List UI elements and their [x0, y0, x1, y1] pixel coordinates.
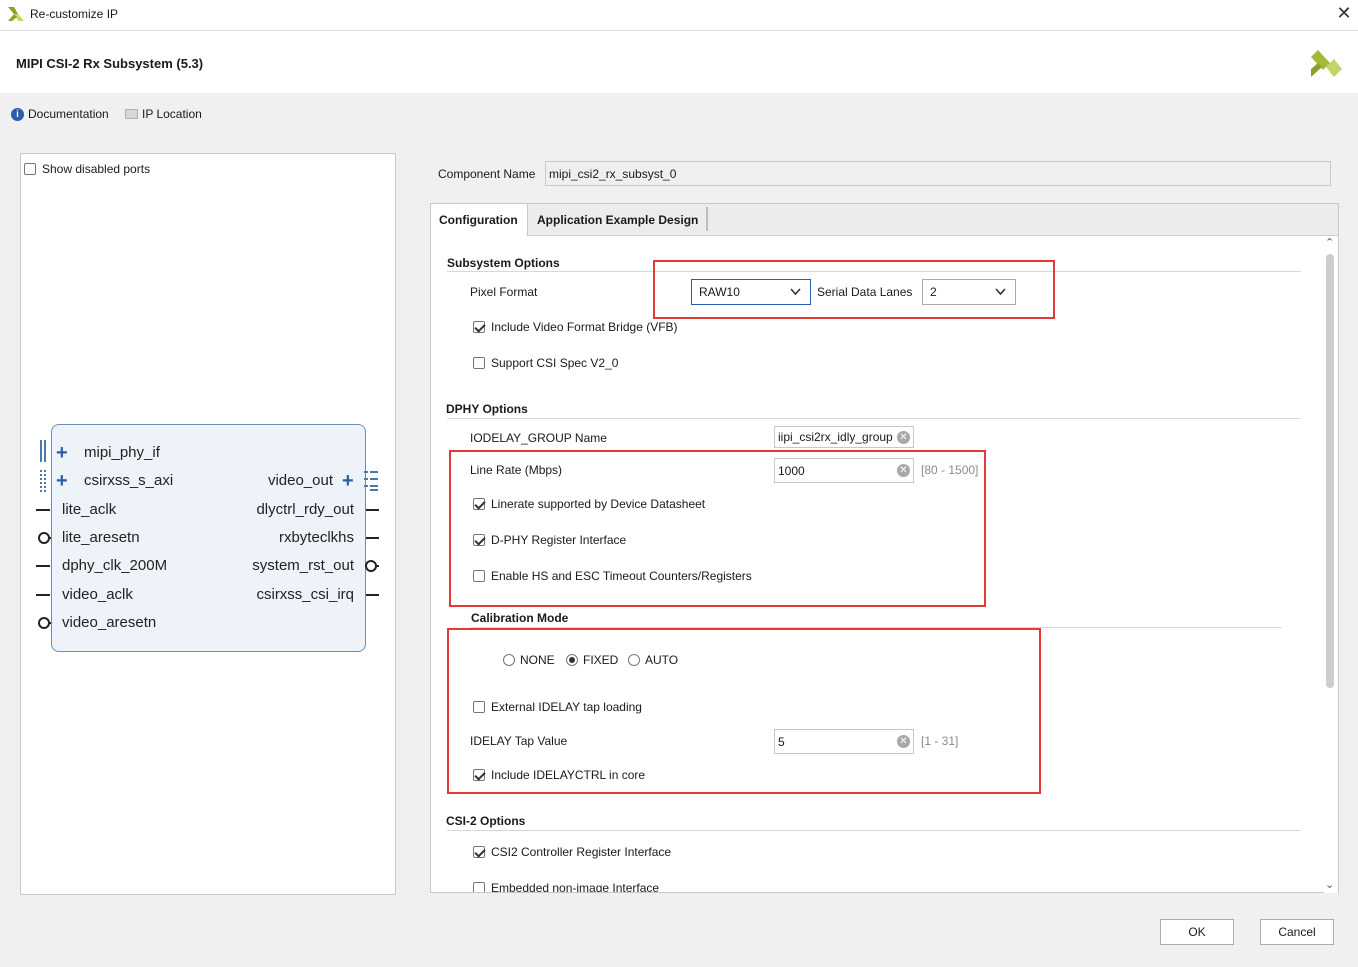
expand-plus-icon[interactable]: +	[56, 442, 68, 465]
ok-button[interactable]: OK	[1160, 919, 1234, 945]
scroll-up-icon[interactable]: ⌃	[1325, 236, 1334, 249]
csi-spec-v2-checkbox[interactable]: Support CSI Spec V2_0	[473, 356, 618, 370]
port-dphy-clk-200m[interactable]: dphy_clk_200M	[62, 557, 167, 574]
documentation-label: Documentation	[28, 107, 109, 121]
scroll-down-icon[interactable]: ⌄	[1325, 878, 1334, 891]
ip-location-link[interactable]: IP Location	[125, 107, 202, 121]
cancel-button[interactable]: Cancel	[1260, 919, 1334, 945]
iodelay-group-label: IODELAY_GROUP Name	[470, 431, 607, 445]
highlight-box-calibration	[447, 628, 1041, 794]
info-icon: i	[11, 107, 24, 121]
close-icon[interactable]: ✕	[1336, 3, 1352, 24]
port-lite-aresetn[interactable]: lite_aresetn	[62, 529, 140, 546]
highlight-box-subsystem	[653, 260, 1055, 319]
pin-line	[36, 594, 50, 596]
csi-spec-v2-label: Support CSI Spec V2_0	[491, 356, 619, 370]
port-video-aresetn[interactable]: video_aresetn	[62, 614, 156, 631]
ip-title: MIPI CSI-2 Rx Subsystem (5.3)	[16, 56, 204, 71]
documentation-link[interactable]: i Documentation	[11, 107, 109, 121]
csi2-controller-reg-label: CSI2 Controller Register Interface	[491, 845, 672, 859]
xilinx-logo-icon	[1311, 50, 1342, 77]
vivado-logo-icon	[8, 7, 24, 21]
port-rxbyteclkhs[interactable]: rxbyteclkhs	[214, 529, 354, 546]
pin-line	[366, 509, 379, 511]
embedded-non-image-checkbox[interactable]: Embedded non-image Interface	[473, 881, 659, 892]
csi2-options-title: CSI-2 Options	[446, 814, 526, 828]
port-system-rst-out[interactable]: system_rst_out	[214, 557, 354, 574]
port-lite-aclk[interactable]: lite_aclk	[62, 501, 116, 518]
show-disabled-ports-label: Show disabled ports	[42, 162, 151, 176]
pin-line	[36, 565, 50, 567]
port-csirxss-csi-irq[interactable]: csirxss_csi_irq	[214, 586, 354, 603]
checkbox-box[interactable]	[473, 357, 485, 369]
interface-dotted-bar-icon	[44, 470, 48, 492]
checkbox-box[interactable]	[473, 846, 485, 858]
separator	[447, 418, 1301, 419]
expand-plus-icon[interactable]: +	[56, 470, 68, 493]
folder-icon	[125, 109, 138, 119]
port-mipi-phy-if[interactable]: mipi_phy_if	[84, 444, 160, 461]
tab-configuration-label: Configuration	[439, 213, 518, 227]
scrollbar-thumb[interactable]	[1326, 254, 1334, 688]
clear-icon[interactable]: ✕	[897, 431, 910, 444]
pin-line	[375, 565, 379, 567]
component-name-field[interactable]: mipi_csi2_rx_subsyst_0	[545, 161, 1331, 186]
clipped-row: Embedded non-image Interface	[431, 878, 1324, 892]
pixel-format-label: Pixel Format	[470, 285, 538, 299]
dialog-header	[0, 31, 1358, 93]
checkbox-box[interactable]	[473, 882, 485, 892]
tab-separator	[706, 207, 708, 231]
pin-line	[48, 537, 51, 539]
interface-bus-icon	[364, 469, 380, 491]
interface-bar-icon	[40, 440, 42, 462]
pin-line	[48, 622, 51, 624]
subsystem-options-title: Subsystem Options	[447, 256, 560, 270]
port-csirxss-s-axi[interactable]: csirxss_s_axi	[84, 472, 173, 489]
title-bar	[0, 0, 1358, 31]
iodelay-group-field[interactable]: iipi_csi2rx_idly_group	[774, 426, 914, 448]
vfb-checkbox[interactable]: Include Video Format Bridge (VFB)	[473, 320, 678, 334]
ip-location-label: IP Location	[142, 107, 202, 121]
embedded-non-image-label: Embedded non-image Interface	[491, 881, 660, 892]
highlight-box-dphy	[449, 450, 986, 607]
pin-line	[366, 594, 379, 596]
separator	[447, 830, 1301, 831]
calibration-mode-title: Calibration Mode	[471, 611, 569, 625]
expand-plus-icon[interactable]: +	[342, 470, 354, 493]
checkbox-box[interactable]	[473, 321, 485, 333]
port-video-out[interactable]: video_out	[263, 472, 333, 489]
iodelay-group-value: iipi_csi2rx_idly_group	[778, 430, 893, 444]
interface-bar-icon	[44, 440, 46, 462]
checkbox-box[interactable]	[24, 163, 36, 175]
pin-line	[366, 537, 379, 539]
show-disabled-ports-checkbox[interactable]: Show disabled ports	[24, 162, 150, 176]
csi2-controller-reg-checkbox[interactable]: CSI2 Controller Register Interface	[473, 845, 671, 859]
window-title: Re-customize IP	[30, 7, 119, 21]
pin-line	[36, 509, 50, 511]
dphy-options-title: DPHY Options	[446, 402, 528, 416]
component-name-label: Component Name	[438, 167, 536, 181]
vfb-label: Include Video Format Bridge (VFB)	[491, 320, 678, 334]
tab-application-example-design[interactable]: Application Example Design	[537, 213, 698, 227]
port-dlyctrl-rdy-out[interactable]: dlyctrl_rdy_out	[214, 501, 354, 518]
port-video-aclk[interactable]: video_aclk	[62, 586, 133, 603]
